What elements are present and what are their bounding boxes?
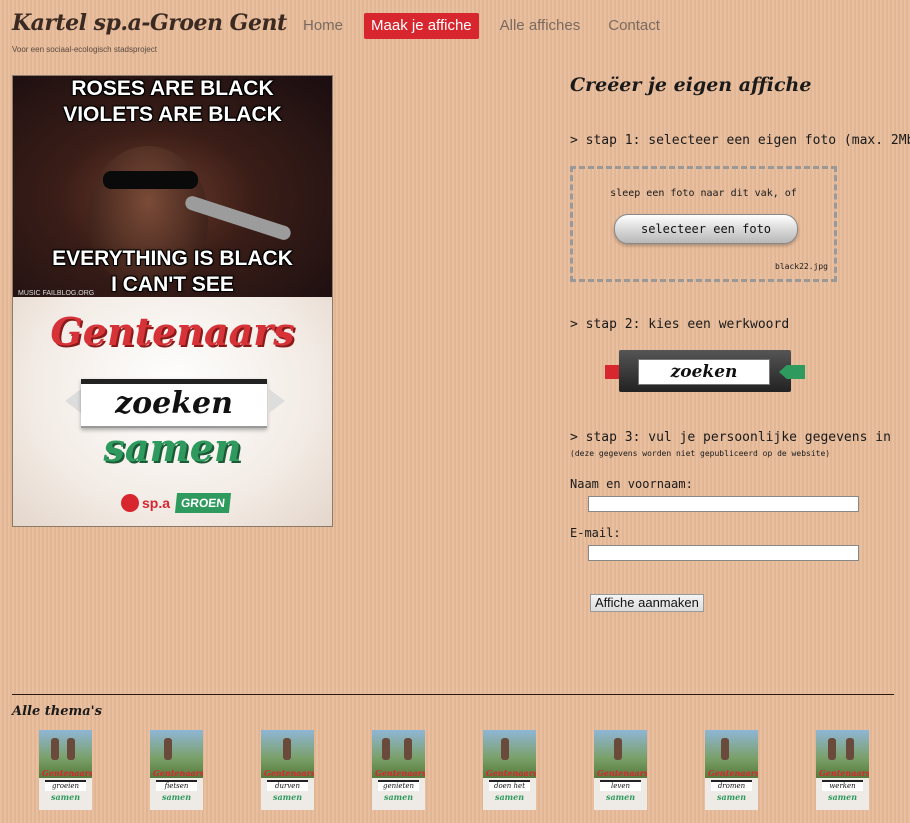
thumb-headline: Gentenaars bbox=[42, 768, 92, 778]
photo-credit: MUSIC FAILBLOG.ORG bbox=[18, 290, 95, 297]
thumb-figure bbox=[846, 738, 854, 760]
thumb-verb: leven bbox=[600, 780, 641, 791]
thumb-headline: Gentenaars bbox=[153, 768, 203, 778]
thumb-verb: doen het bbox=[489, 780, 530, 791]
form-title: Creëer je eigen affiche bbox=[570, 74, 812, 96]
thumb-tail: samen bbox=[272, 792, 303, 802]
theme-thumbnail[interactable]: Gentenaars doen het samen bbox=[483, 730, 536, 810]
theme-thumbnail[interactable]: Gentenaars genieten samen bbox=[372, 730, 425, 810]
name-input[interactable] bbox=[588, 496, 859, 512]
site-title[interactable]: Kartel sp.a-Groen Gent bbox=[12, 10, 287, 36]
thumb-headline: Gentenaars bbox=[264, 768, 314, 778]
selected-filename: black22.jpg bbox=[775, 262, 828, 271]
verb-selector: zoeken bbox=[605, 350, 805, 394]
theme-thumbnail[interactable]: Gentenaars leven samen bbox=[594, 730, 647, 810]
poster-tail: samen bbox=[103, 425, 242, 470]
thumb-headline: Gentenaars bbox=[486, 768, 536, 778]
poster-preview: ROSES ARE BLACK VIOLETS ARE BLACK EVERYT… bbox=[12, 75, 333, 527]
poster-headline: Gentenaars bbox=[50, 309, 295, 354]
thumb-figure bbox=[164, 738, 172, 760]
thumb-tail: samen bbox=[161, 792, 192, 802]
site-tagline: Voor een sociaal-ecologisch stadsproject bbox=[12, 45, 157, 54]
thumb-verb: dromen bbox=[711, 780, 752, 791]
meme-line-3: EVERYTHING IS BLACK bbox=[52, 247, 293, 270]
step-3-note: (deze gegevens worden niet gepubliceerd … bbox=[570, 449, 831, 458]
poster-logos: sp.a GROEN bbox=[121, 493, 232, 513]
thumb-headline: Gentenaars bbox=[375, 768, 425, 778]
thumb-tail: samen bbox=[383, 792, 414, 802]
thumb-figure bbox=[382, 738, 390, 760]
poster-verb: zoeken bbox=[115, 386, 233, 421]
email-input[interactable] bbox=[588, 545, 859, 561]
name-label: Naam en voornaam: bbox=[570, 477, 693, 491]
thumb-figure bbox=[614, 738, 622, 760]
poster-slogan: Gentenaars zoeken samen sp.a GROEN bbox=[13, 297, 332, 526]
spa-logo-text: sp.a bbox=[142, 495, 171, 511]
groen-logo: GROEN bbox=[174, 493, 232, 513]
thumb-headline: Gentenaars bbox=[708, 768, 758, 778]
thumb-figure bbox=[51, 738, 59, 760]
thumb-figure bbox=[501, 738, 509, 760]
thumb-verb: fietsen bbox=[156, 780, 197, 791]
themes-gallery: Gentenaars groeien samen Gentenaars fiet… bbox=[0, 730, 910, 810]
thumb-figure bbox=[828, 738, 836, 760]
thumb-verb: durven bbox=[267, 780, 308, 791]
nav-alle-affiches[interactable]: Alle affiches bbox=[493, 13, 588, 39]
theme-thumbnail[interactable]: Gentenaars groeien samen bbox=[39, 730, 92, 810]
thumb-headline: Gentenaars bbox=[597, 768, 647, 778]
thumb-verb: genieten bbox=[378, 780, 419, 791]
theme-thumbnail[interactable]: Gentenaars durven samen bbox=[261, 730, 314, 810]
themes-title: Alle thema's bbox=[12, 704, 102, 719]
rose-icon bbox=[121, 494, 139, 512]
nav-contact[interactable]: Contact bbox=[601, 13, 667, 39]
step-3-label: > stap 3: vul je persoonlijke gegevens i… bbox=[570, 430, 891, 445]
theme-thumbnail[interactable]: Gentenaars dromen samen bbox=[705, 730, 758, 810]
step-2-label: > stap 2: kies een werkwoord bbox=[570, 317, 790, 332]
meme-line-1: ROSES ARE BLACK bbox=[71, 77, 274, 100]
create-poster-button[interactable]: Affiche aanmaken bbox=[590, 594, 704, 612]
spa-logo: sp.a bbox=[121, 494, 170, 512]
section-divider bbox=[12, 694, 894, 695]
email-label: E-mail: bbox=[570, 526, 621, 540]
thumb-verb: groeien bbox=[45, 780, 86, 791]
poster-verb-banner: zoeken bbox=[81, 379, 267, 428]
thumb-figure bbox=[721, 738, 729, 760]
thumb-tail: samen bbox=[716, 792, 747, 802]
nav-maak-je-affiche[interactable]: Maak je affiche bbox=[364, 13, 479, 39]
photo-dropzone[interactable]: sleep een foto naar dit vak, of selectee… bbox=[570, 166, 837, 282]
select-photo-button[interactable]: selecteer een foto bbox=[614, 214, 798, 244]
photo-sunglasses bbox=[103, 171, 198, 189]
meme-top-text: ROSES ARE BLACK VIOLETS ARE BLACK bbox=[13, 76, 332, 128]
meme-line-2: VIOLETS ARE BLACK bbox=[63, 103, 282, 126]
thumb-verb: werken bbox=[822, 780, 863, 791]
thumb-figure bbox=[67, 738, 75, 760]
theme-thumbnail[interactable]: Gentenaars fietsen samen bbox=[150, 730, 203, 810]
thumb-figure bbox=[404, 738, 412, 760]
thumb-headline: Gentenaars bbox=[819, 768, 869, 778]
theme-thumbnail[interactable]: Gentenaars werken samen bbox=[816, 730, 869, 810]
dropzone-hint: sleep een foto naar dit vak, of bbox=[610, 188, 797, 199]
verb-field[interactable]: zoeken bbox=[638, 359, 770, 385]
banner-right-arrow-icon bbox=[269, 389, 285, 413]
thumb-tail: samen bbox=[494, 792, 525, 802]
main-nav: Home Maak je affiche Alle affiches Conta… bbox=[296, 13, 681, 39]
nav-home[interactable]: Home bbox=[296, 13, 350, 39]
thumb-tail: samen bbox=[605, 792, 636, 802]
thumb-tail: samen bbox=[50, 792, 81, 802]
uploaded-photo: ROSES ARE BLACK VIOLETS ARE BLACK EVERYT… bbox=[13, 76, 332, 297]
banner-left-arrow-icon bbox=[65, 389, 81, 413]
thumb-tail: samen bbox=[827, 792, 858, 802]
step-1-label: > stap 1: selecteer een eigen foto (max.… bbox=[570, 133, 910, 148]
thumb-figure bbox=[283, 738, 291, 760]
